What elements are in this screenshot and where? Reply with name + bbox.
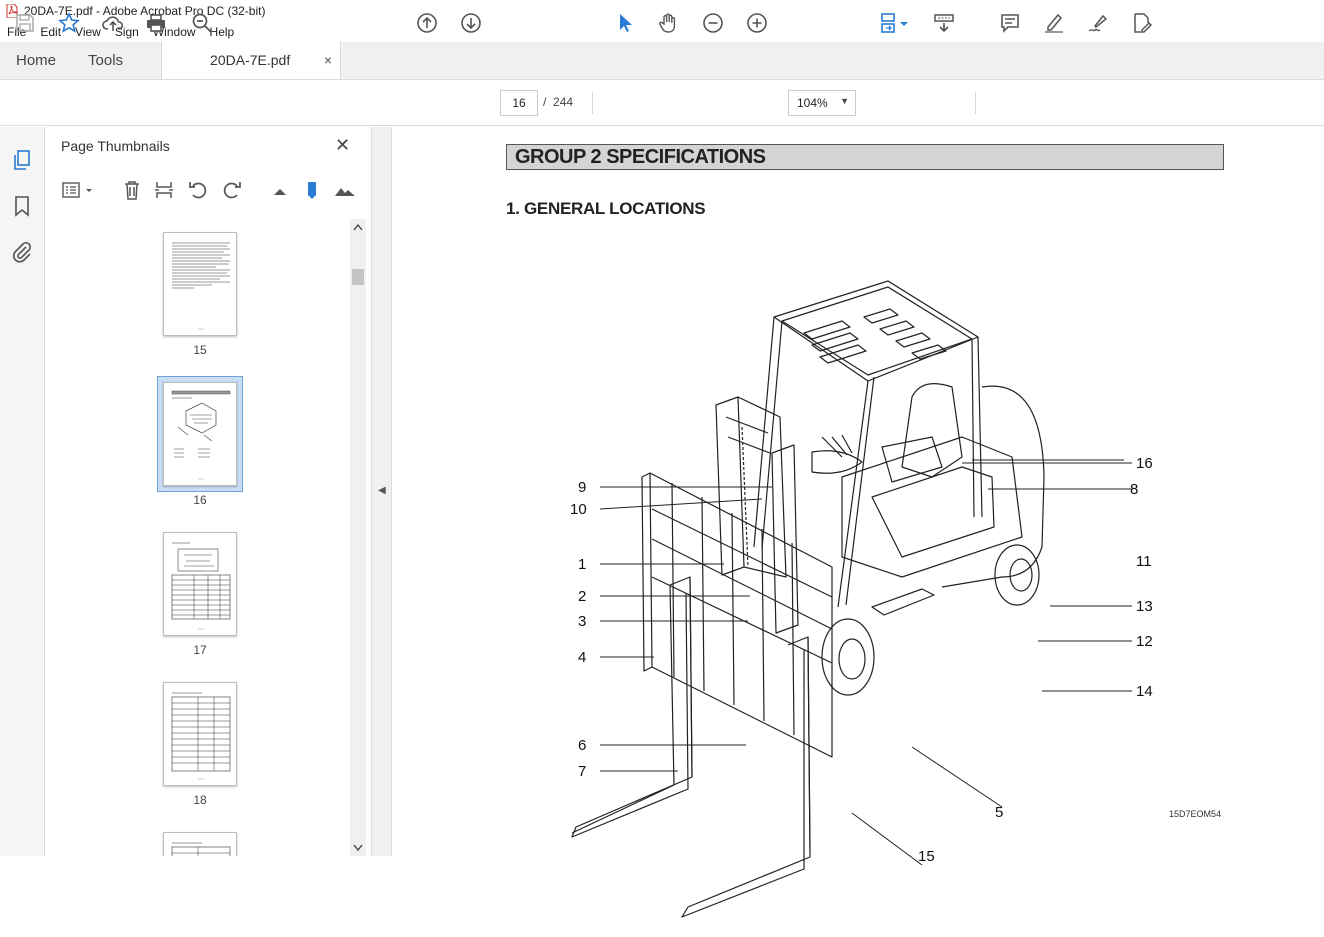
callout-11: 11 [1136, 553, 1152, 570]
thumbnail-page-17[interactable] [163, 532, 237, 636]
save-icon[interactable] [13, 11, 37, 35]
callout-12: 12 [1136, 633, 1153, 650]
tab-home[interactable]: Home [0, 41, 72, 79]
zoom-in-icon[interactable] [745, 11, 769, 35]
main-toolbar [0, 80, 1324, 126]
left-navigation-rail [0, 127, 45, 856]
tab-tools[interactable]: Tools [72, 41, 139, 79]
tab-document-label: 20DA-7E.pdf [210, 52, 291, 68]
callout-15: 15 [918, 848, 935, 865]
toolbar-divider [975, 92, 976, 114]
large-thumbnail-icon[interactable] [334, 179, 356, 201]
callout-2: 2 [578, 588, 586, 605]
comment-icon[interactable] [998, 11, 1022, 35]
scroll-up-icon[interactable] [353, 223, 363, 231]
upload-cloud-icon[interactable] [101, 11, 125, 35]
tab-bar: Home Tools 20DA-7E.pdf × [0, 41, 1324, 80]
page-separator: / [543, 95, 547, 109]
callout-14: 14 [1136, 683, 1153, 700]
thumbnail-page-16[interactable] [163, 382, 237, 486]
page-fit-dropdown-icon[interactable] [898, 11, 910, 35]
bookmark-icon[interactable] [11, 195, 33, 217]
small-thumbnail-icon[interactable] [269, 179, 291, 201]
document-page: GROUP 2 SPECIFICATIONS 1. GENERAL LOCATI… [392, 127, 1324, 918]
callout-6: 6 [578, 737, 586, 754]
callout-8: 8 [1130, 481, 1138, 498]
callout-16: 16 [1136, 455, 1153, 472]
star-bookmark-icon[interactable] [57, 11, 81, 35]
highlight-pen-icon[interactable] [1042, 11, 1066, 35]
page-thumbnails-icon[interactable] [11, 149, 33, 171]
thumbnail-scrollbar[interactable] [350, 219, 366, 856]
insert-page-icon[interactable] [153, 179, 175, 201]
page-count: / 244 [543, 95, 573, 109]
close-icon[interactable]: ✕ [335, 135, 350, 156]
callout-13: 13 [1136, 598, 1153, 615]
attachment-paperclip-icon[interactable] [11, 241, 33, 263]
group-title: GROUP 2 SPECIFICATIONS [506, 144, 1224, 170]
thumbnail-list: 15 16 17 18 [45, 219, 350, 856]
hand-tool-icon[interactable] [656, 11, 680, 35]
thumbnail-page-15[interactable] [163, 232, 237, 336]
thumbnail-label: 15 [193, 343, 207, 357]
panel-title: Page Thumbnails [61, 138, 170, 154]
callout-5: 5 [995, 804, 1003, 821]
print-icon[interactable] [144, 11, 168, 35]
delete-trash-icon[interactable] [121, 179, 143, 201]
thumbnail-page-18[interactable] [163, 682, 237, 786]
scroll-mode-icon[interactable] [932, 11, 956, 35]
zoom-level-value: 104% [797, 96, 828, 110]
bookmark-marker-icon[interactable] [301, 179, 323, 201]
rotate-counterclockwise-icon[interactable] [187, 179, 209, 201]
zoom-out-icon[interactable] [701, 11, 725, 35]
zoom-search-icon[interactable] [190, 11, 214, 35]
callout-10: 10 [570, 501, 587, 518]
toolbar-divider [592, 92, 593, 114]
callout-7: 7 [578, 763, 586, 780]
callout-leader-lines [599, 459, 1132, 866]
fill-sign-icon[interactable] [1130, 11, 1154, 35]
chevron-down-icon: ▼ [840, 96, 849, 106]
figure-code: 15D7EOM54 [1169, 809, 1222, 819]
callout-4: 4 [578, 649, 586, 666]
draw-signature-icon[interactable] [1086, 11, 1110, 35]
next-page-icon[interactable] [459, 11, 483, 35]
scrollbar-thumb[interactable] [352, 269, 364, 285]
previous-page-icon[interactable] [415, 11, 439, 35]
select-cursor-icon[interactable] [613, 11, 637, 35]
forklift-general-locations-diagram: 9 10 1 2 3 4 6 7 5 15 16 8 11 13 12 14 [570, 280, 1153, 918]
callout-3: 3 [578, 613, 586, 630]
tab-close-icon[interactable]: × [324, 52, 332, 68]
total-pages: 244 [553, 95, 574, 109]
callout-1: 1 [578, 556, 586, 573]
forklift-drawing [571, 280, 1045, 918]
page-number-input[interactable]: 16 [500, 90, 538, 116]
panel-collapse-handle[interactable]: ◀ [372, 127, 392, 856]
scroll-down-icon[interactable] [353, 844, 363, 852]
chevron-left-icon: ◀ [378, 485, 386, 496]
thumbnail-page-19[interactable] [163, 832, 237, 856]
page-thumbnails-panel: Page Thumbnails ✕ 15 16 17 18 [45, 127, 372, 856]
tab-document[interactable]: 20DA-7E.pdf × [161, 41, 342, 79]
callout-9: 9 [578, 479, 586, 496]
zoom-level-select[interactable]: 104% ▼ [788, 90, 856, 116]
thumbnail-options-menu-icon[interactable] [61, 179, 95, 201]
section-title: 1. GENERAL LOCATIONS [506, 199, 706, 218]
thumbnail-label: 17 [193, 643, 207, 657]
callout-numbers: 9 10 1 2 3 4 6 7 5 15 16 8 11 13 12 14 [570, 455, 1153, 865]
rotate-clockwise-icon[interactable] [221, 179, 243, 201]
thumbnail-label: 18 [193, 793, 207, 807]
thumbnail-label: 16 [193, 493, 207, 507]
